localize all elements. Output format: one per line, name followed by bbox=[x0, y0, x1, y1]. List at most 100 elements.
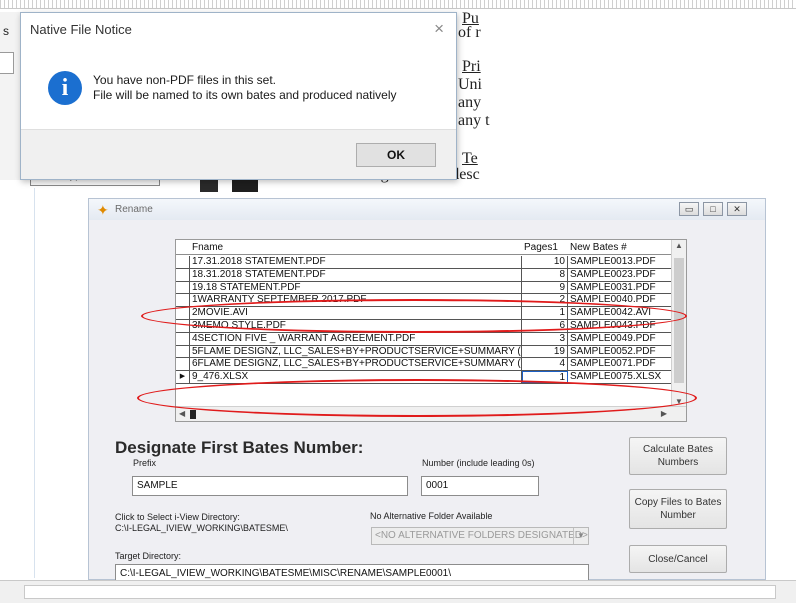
table-row[interactable]: 3MEMO STYLE.PDF 6 SAMPLE0043.PDF bbox=[176, 319, 672, 333]
alt-folder-label: No Alternative Folder Available bbox=[370, 511, 493, 521]
minimize-button[interactable]: ▭ bbox=[679, 202, 699, 216]
cell-fname[interactable]: 2MOVIE.AVI bbox=[190, 307, 522, 320]
row-indicator[interactable] bbox=[176, 268, 190, 281]
row-indicator[interactable] bbox=[176, 358, 190, 371]
cell-pages[interactable]: 6 bbox=[522, 319, 568, 332]
window-title: Rename bbox=[115, 204, 153, 215]
table-row[interactable]: 19.18 STATEMENT.PDF 9 SAMPLE0031.PDF bbox=[176, 281, 672, 295]
row-indicator[interactable] bbox=[176, 307, 190, 320]
table-row[interactable]: ▶ 9_476.XLSX 1 SAMPLE0075.XLSX bbox=[176, 371, 672, 384]
copy-files-button[interactable]: Copy Files to Bates Number bbox=[629, 489, 727, 529]
column-header-pages[interactable]: Pages1 bbox=[522, 240, 558, 255]
document-text-fragment: of r bbox=[458, 24, 481, 41]
iview-directory-path: C:\I-LEGAL_IVIEW_WORKING\BATESME\ bbox=[115, 523, 288, 533]
cell-fname[interactable]: 9_476.XLSX bbox=[190, 371, 522, 384]
cell-new-bates[interactable]: SAMPLE0013.PDF bbox=[568, 256, 672, 268]
cell-pages[interactable]: 9 bbox=[522, 281, 568, 294]
cell-new-bates[interactable]: SAMPLE0031.PDF bbox=[568, 282, 672, 294]
ok-button[interactable]: OK bbox=[356, 143, 436, 167]
message-line: You have non-PDF files in this set. bbox=[93, 73, 276, 87]
scrollbar-thumb[interactable] bbox=[674, 258, 684, 383]
cell-pages[interactable]: 4 bbox=[522, 358, 568, 371]
cell-fname[interactable]: 4SECTION FIVE _ WARRANT AGREEMENT.PDF bbox=[190, 332, 522, 345]
cell-new-bates[interactable]: SAMPLE0071.PDF bbox=[568, 358, 672, 370]
row-indicator[interactable] bbox=[176, 294, 190, 307]
table-row[interactable]: 18.31.2018 STATEMENT.PDF 8 SAMPLE0023.PDF bbox=[176, 268, 672, 282]
scroll-left-arrow-icon[interactable]: ◀ bbox=[179, 409, 185, 418]
cell-new-bates[interactable]: SAMPLE0040.PDF bbox=[568, 294, 672, 306]
cell-new-bates[interactable]: SAMPLE0075.XLSX bbox=[568, 371, 672, 383]
background-frame-line bbox=[34, 188, 35, 578]
document-text-fragment: Pri bbox=[462, 58, 481, 75]
table-row[interactable]: 1WARRANTY SEPTEMBER 2017.PDF 2 SAMPLE0040.… bbox=[176, 294, 672, 308]
dialog-footer: OK bbox=[21, 129, 456, 179]
table-row[interactable]: 2MOVIE.AVI 1 SAMPLE0042.AVI bbox=[176, 307, 672, 320]
cell-fname[interactable]: 19.18 STATEMENT.PDF bbox=[190, 281, 522, 294]
cell-new-bates[interactable]: SAMPLE0023.PDF bbox=[568, 269, 672, 281]
alt-folder-value: <NO ALTERNATIVE FOLDERS DESIGNATED> bbox=[375, 530, 588, 541]
cell-fname[interactable]: 5FLAME DESIGNZ, LLC_SALES+BY+PRODUCTSERV… bbox=[190, 345, 522, 358]
row-indicator[interactable] bbox=[176, 332, 190, 345]
native-file-notice-dialog: Native File Notice × i You have non-PDF … bbox=[20, 12, 457, 180]
dialog-message: You have non-PDF files in this set. File… bbox=[93, 73, 397, 103]
row-indicator[interactable] bbox=[176, 319, 190, 332]
scroll-up-arrow-icon[interactable]: ▲ bbox=[675, 241, 683, 250]
table-row[interactable]: 4SECTION FIVE _ WARRANT AGREEMENT.PDF 3 SA… bbox=[176, 332, 672, 346]
prefix-input[interactable]: SAMPLE bbox=[132, 476, 408, 496]
bottom-status-bar bbox=[0, 580, 796, 603]
status-field bbox=[24, 585, 776, 599]
cell-fname[interactable]: 18.31.2018 STATEMENT.PDF bbox=[190, 268, 522, 281]
window-titlebar: ✦ Rename ▭ □ ✕ bbox=[89, 199, 765, 220]
info-icon: i bbox=[48, 71, 82, 105]
table-row[interactable]: 6FLAME DESIGNZ, LLC_SALES+BY+PRODUCTSERV… bbox=[176, 358, 672, 372]
cell-new-bates[interactable]: SAMPLE0052.PDF bbox=[568, 346, 672, 358]
rename-window: ✦ Rename ▭ □ ✕ Fname Pages1 New Bates # … bbox=[88, 198, 766, 584]
close-button[interactable]: ✕ bbox=[727, 202, 747, 216]
alt-folder-select: <NO ALTERNATIVE FOLDERS DESIGNATED> ▼ bbox=[371, 527, 589, 545]
vertical-scrollbar[interactable]: ▲ ▼ bbox=[671, 240, 686, 407]
document-text-fragment: any bbox=[458, 94, 482, 111]
grid-rows: 17.31.2018 STATEMENT.PDF 10 SAMPLE0013.PDF… bbox=[176, 256, 672, 384]
cell-pages[interactable]: 8 bbox=[522, 268, 568, 281]
cell-fname[interactable]: 17.31.2018 STATEMENT.PDF bbox=[190, 256, 522, 268]
column-header-new-bates[interactable]: New Bates # bbox=[568, 240, 627, 255]
table-row[interactable]: 17.31.2018 STATEMENT.PDF 10 SAMPLE0013.PDF bbox=[176, 256, 672, 269]
close-cancel-button[interactable]: Close/Cancel bbox=[629, 545, 727, 573]
cell-pages[interactable]: 1 bbox=[522, 307, 568, 320]
grid-header: Fname Pages1 New Bates # bbox=[176, 240, 672, 255]
cell-new-bates[interactable]: SAMPLE0049.PDF bbox=[568, 333, 672, 345]
cell-new-bates[interactable]: SAMPLE0043.PDF bbox=[568, 320, 672, 332]
cell-fname[interactable]: 6FLAME DESIGNZ, LLC_SALES+BY+PRODUCTSERV… bbox=[190, 358, 522, 371]
scroll-down-arrow-icon[interactable]: ▼ bbox=[675, 397, 683, 406]
row-indicator[interactable] bbox=[176, 345, 190, 358]
cell-fname[interactable]: 3MEMO STYLE.PDF bbox=[190, 319, 522, 332]
row-indicator[interactable] bbox=[176, 256, 190, 268]
close-icon[interactable]: × bbox=[434, 19, 444, 39]
number-input[interactable]: 0001 bbox=[421, 476, 539, 496]
app-logo-icon: ✦ bbox=[97, 202, 109, 218]
cell-pages[interactable]: 10 bbox=[522, 256, 568, 268]
scrollbar-thumb[interactable] bbox=[190, 410, 196, 419]
message-line: File will be named to its own bates and … bbox=[93, 88, 397, 102]
document-text-fragment: any t bbox=[458, 112, 490, 129]
file-grid[interactable]: Fname Pages1 New Bates # 17.31.2018 STAT… bbox=[175, 239, 687, 422]
background-panel: s bbox=[0, 12, 22, 180]
cell-pages[interactable]: 3 bbox=[522, 332, 568, 345]
designate-heading: Designate First Bates Number: bbox=[115, 438, 364, 457]
row-indicator[interactable]: ▶ bbox=[176, 371, 190, 384]
cell-pages[interactable]: 2 bbox=[522, 294, 568, 307]
column-header-fname[interactable]: Fname bbox=[190, 240, 223, 255]
background-fragment-text: s bbox=[3, 24, 9, 38]
scroll-right-arrow-icon[interactable]: ▶ bbox=[661, 409, 667, 418]
cell-fname[interactable]: 1WARRANTY SEPTEMBER 2017.PDF bbox=[190, 294, 522, 307]
horizontal-scrollbar[interactable]: ◀ ▶ bbox=[176, 406, 686, 421]
table-row[interactable]: 5FLAME DESIGNZ, LLC_SALES+BY+PRODUCTSERV… bbox=[176, 345, 672, 359]
cell-pages[interactable]: 1 bbox=[522, 371, 568, 384]
maximize-button[interactable]: □ bbox=[703, 202, 723, 216]
calculate-bates-button[interactable]: Calculate Bates Numbers bbox=[629, 437, 727, 475]
iview-directory-link[interactable]: Click to Select i-View Directory: bbox=[115, 512, 240, 522]
cell-pages[interactable]: 19 bbox=[522, 345, 568, 358]
cell-new-bates[interactable]: SAMPLE0042.AVI bbox=[568, 307, 672, 319]
number-label: Number (include leading 0s) bbox=[422, 458, 535, 468]
row-indicator[interactable] bbox=[176, 281, 190, 294]
